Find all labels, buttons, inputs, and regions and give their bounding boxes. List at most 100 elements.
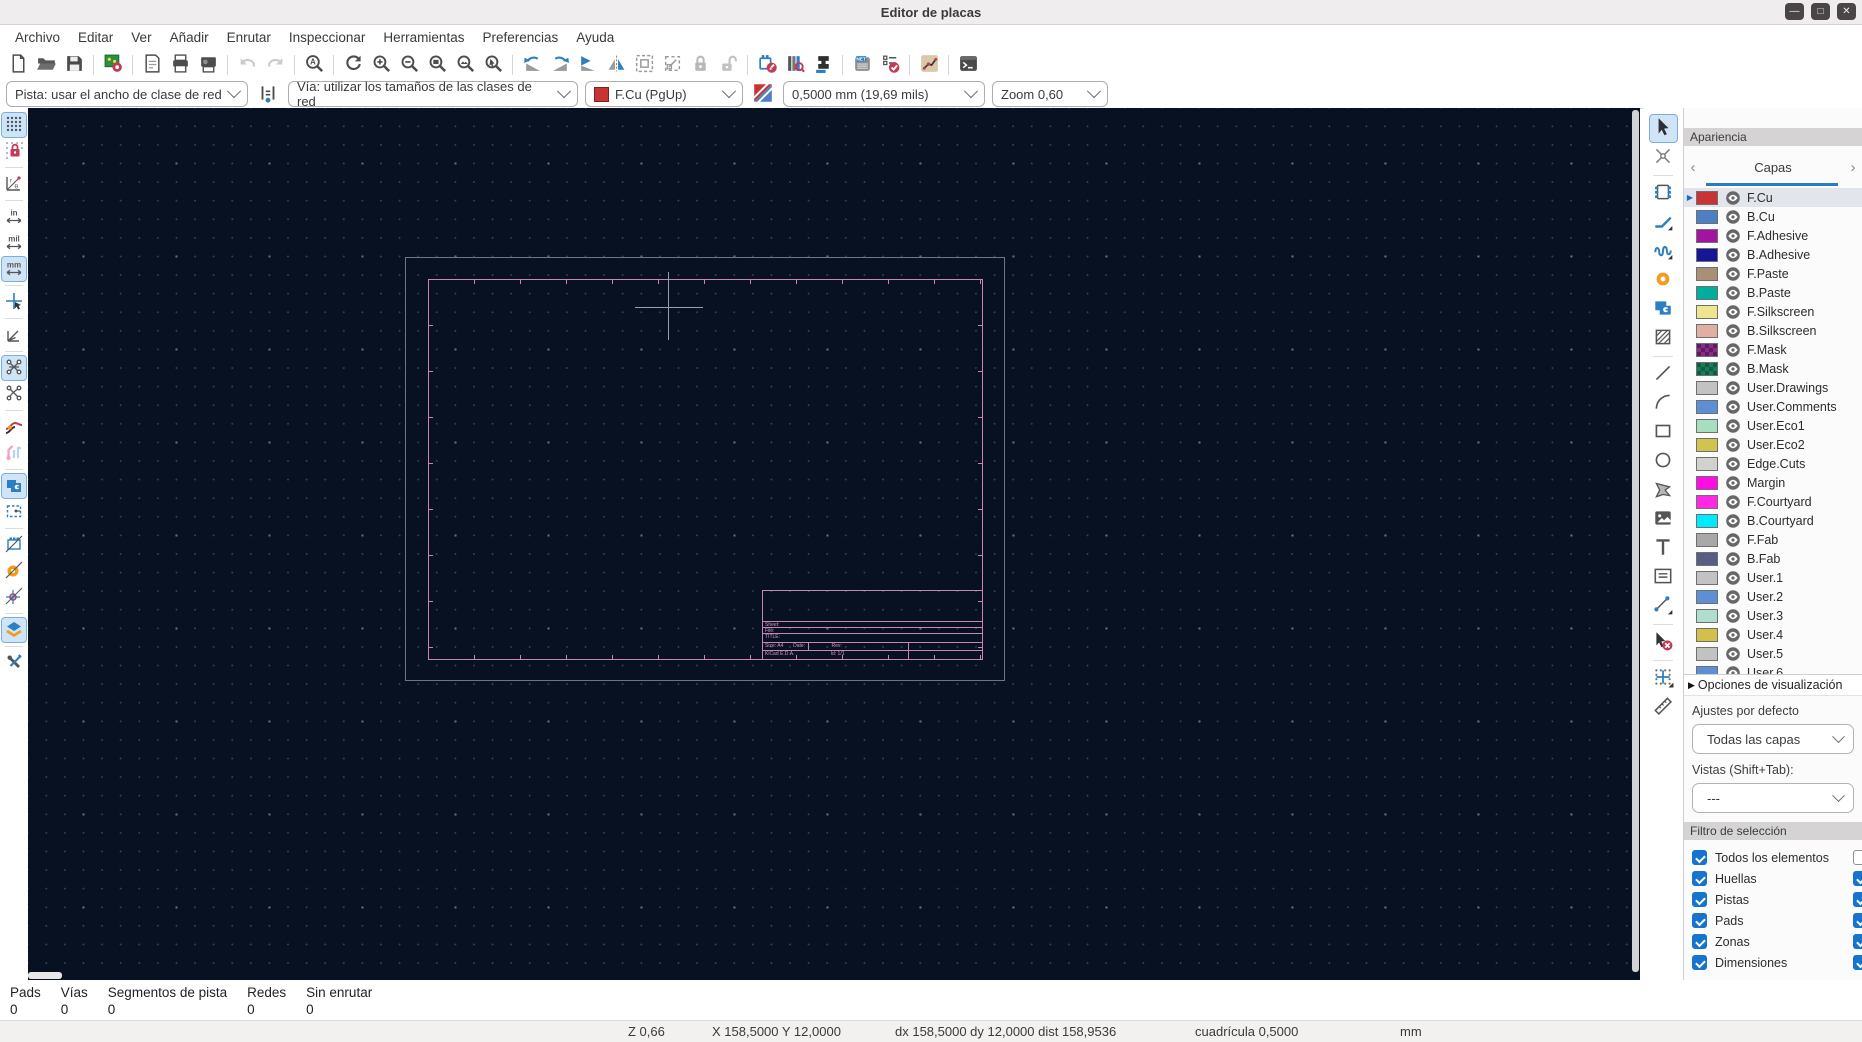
- layer-row-f.fab[interactable]: ▶ F.Fab: [1684, 530, 1862, 549]
- layer-row-b.courtyard[interactable]: ▶ B.Courtyard: [1684, 511, 1862, 530]
- page-settings-button[interactable]: [139, 52, 165, 78]
- free-angle-mode-toggle[interactable]: [2, 323, 26, 347]
- grid-override-toggle[interactable]: [2, 139, 26, 163]
- layer-color-swatch[interactable]: [1696, 570, 1718, 585]
- layer-color-swatch[interactable]: [1696, 608, 1718, 623]
- layer-row-f.paste[interactable]: ▶ F.Paste: [1684, 264, 1862, 283]
- layer-visibility-eye-icon[interactable]: [1725, 399, 1741, 415]
- layer-pair-button[interactable]: [750, 80, 776, 107]
- layer-visibility-eye-icon[interactable]: [1725, 494, 1741, 510]
- layer-visibility-eye-icon[interactable]: [1725, 209, 1741, 225]
- crosshair-style-toggle[interactable]: [2, 290, 26, 314]
- units-inches-toggle[interactable]: in: [2, 205, 26, 229]
- zoom-selection-button[interactable]: [480, 52, 506, 78]
- layer-color-swatch[interactable]: [1696, 380, 1718, 395]
- layer-visibility-eye-icon[interactable]: [1725, 304, 1741, 320]
- curved-ratsnest-toggle[interactable]: [2, 382, 26, 406]
- vias-outline-toggle[interactable]: [2, 585, 26, 609]
- layer-row-margin[interactable]: ▶ Margin: [1684, 473, 1862, 492]
- layer-visibility-eye-icon[interactable]: [1725, 361, 1741, 377]
- grid-dropdown[interactable]: 0,5000 mm (19,69 mils): [783, 81, 985, 107]
- filter-checkbox[interactable]: [1692, 850, 1707, 865]
- update-footprints-button[interactable]: [810, 52, 836, 78]
- track-width-dropdown[interactable]: Pista: usar el ancho de clase de red: [6, 81, 248, 107]
- layer-visibility-eye-icon[interactable]: [1725, 380, 1741, 396]
- layer-row-f.adhesive[interactable]: ▶ F.Adhesive: [1684, 226, 1862, 245]
- filter-checkbox[interactable]: [1692, 955, 1707, 970]
- filter-checkbox-right[interactable]: [1853, 850, 1862, 865]
- layer-visibility-eye-icon[interactable]: [1725, 266, 1741, 282]
- layer-visibility-eye-icon[interactable]: [1725, 646, 1741, 662]
- menu-item-preferencias[interactable]: Preferencias: [473, 27, 567, 48]
- layer-color-swatch[interactable]: [1696, 190, 1718, 205]
- layer-color-swatch[interactable]: [1696, 456, 1718, 471]
- refresh-view-button[interactable]: [340, 52, 366, 78]
- filter-checkbox[interactable]: [1692, 871, 1707, 886]
- high-contrast-mode-toggle[interactable]: [1, 617, 27, 643]
- track-display-mode-toggle[interactable]: [2, 415, 26, 439]
- layer-color-swatch[interactable]: [1696, 494, 1718, 509]
- add-footprint-tool[interactable]: [1650, 180, 1677, 207]
- menu-item-anadir[interactable]: Añadir: [161, 27, 218, 48]
- layer-color-swatch[interactable]: [1696, 532, 1718, 547]
- layer-color-swatch[interactable]: [1696, 418, 1718, 433]
- layer-row-b.paste[interactable]: ▶ B.Paste: [1684, 283, 1862, 302]
- zones-outline-toggle[interactable]: [2, 500, 26, 524]
- menu-item-archivo[interactable]: Archivo: [6, 27, 69, 48]
- print-button[interactable]: [167, 52, 193, 78]
- footprint-browser-button[interactable]: [782, 52, 808, 78]
- active-layer-dropdown[interactable]: F.Cu (PgUp): [585, 81, 743, 107]
- layer-visibility-eye-icon[interactable]: [1725, 285, 1741, 301]
- group-button[interactable]: [631, 52, 657, 78]
- layer-row-user.6[interactable]: ▶ User.6: [1684, 663, 1862, 674]
- ungroup-button[interactable]: [659, 52, 685, 78]
- menu-item-ayuda[interactable]: Ayuda: [567, 27, 623, 48]
- units-mils-toggle[interactable]: mil: [2, 231, 26, 255]
- auto-track-width-button[interactable]: [255, 81, 281, 107]
- filter-checkbox-right[interactable]: [1853, 913, 1862, 928]
- add-dimension-tool[interactable]: [1650, 593, 1677, 620]
- add-image-tool[interactable]: [1650, 506, 1677, 533]
- pads-outline-toggle[interactable]: [2, 559, 26, 583]
- layer-visibility-eye-icon[interactable]: [1725, 665, 1741, 674]
- zoom-out-button[interactable]: [396, 52, 422, 78]
- inspect-tools-button[interactable]: [2, 651, 26, 675]
- zones-filled-toggle[interactable]: [1, 473, 27, 499]
- save-board-button[interactable]: [61, 52, 87, 78]
- layer-color-swatch[interactable]: [1696, 304, 1718, 319]
- layer-visibility-eye-icon[interactable]: [1725, 570, 1741, 586]
- layer-row-user.3[interactable]: ▶ User.3: [1684, 606, 1862, 625]
- lock-button[interactable]: [687, 52, 713, 78]
- layer-row-f.cu[interactable]: ▶ F.Cu: [1684, 188, 1862, 207]
- zoom-dropdown[interactable]: Zoom 0,60: [992, 81, 1108, 107]
- layer-color-swatch[interactable]: [1696, 399, 1718, 414]
- filter-checkbox[interactable]: [1692, 892, 1707, 907]
- layer-row-user.comments[interactable]: ▶ User.Comments: [1684, 397, 1862, 416]
- canvas-vertical-scrollbar[interactable]: [1632, 110, 1639, 972]
- tab-prev-icon[interactable]: ‹: [1684, 159, 1702, 176]
- add-line-tool[interactable]: [1650, 361, 1677, 388]
- menu-item-inspeccionar[interactable]: Inspeccionar: [280, 27, 375, 48]
- polar-coordinates-toggle[interactable]: rθ: [2, 172, 26, 196]
- unlock-button[interactable]: [715, 52, 741, 78]
- add-via-tool[interactable]: [1650, 267, 1677, 294]
- layer-color-swatch[interactable]: [1696, 646, 1718, 661]
- layer-row-user.eco2[interactable]: ▶ User.Eco2: [1684, 435, 1862, 454]
- zoom-fit-page-button[interactable]: [424, 52, 450, 78]
- layer-color-swatch[interactable]: [1696, 551, 1718, 566]
- layer-color-swatch[interactable]: [1696, 513, 1718, 528]
- layer-row-b.silkscreen[interactable]: ▶ B.Silkscreen: [1684, 321, 1862, 340]
- layer-row-user.2[interactable]: ▶ User.2: [1684, 587, 1862, 606]
- filter-checkbox[interactable]: [1692, 934, 1707, 949]
- presets-dropdown[interactable]: Todas las capas: [1692, 724, 1854, 754]
- viewports-dropdown[interactable]: ---: [1692, 783, 1854, 813]
- delete-tool[interactable]: [1650, 629, 1677, 656]
- undo-button[interactable]: [234, 52, 260, 78]
- minimize-button[interactable]: —: [1785, 3, 1804, 20]
- layer-color-swatch[interactable]: [1696, 266, 1718, 281]
- new-board-button[interactable]: [5, 52, 31, 78]
- scripting-console-button[interactable]: [955, 52, 981, 78]
- layer-visibility-eye-icon[interactable]: [1725, 551, 1741, 567]
- show-ratsnest-toggle[interactable]: [1, 355, 27, 381]
- layer-color-swatch[interactable]: [1696, 475, 1718, 490]
